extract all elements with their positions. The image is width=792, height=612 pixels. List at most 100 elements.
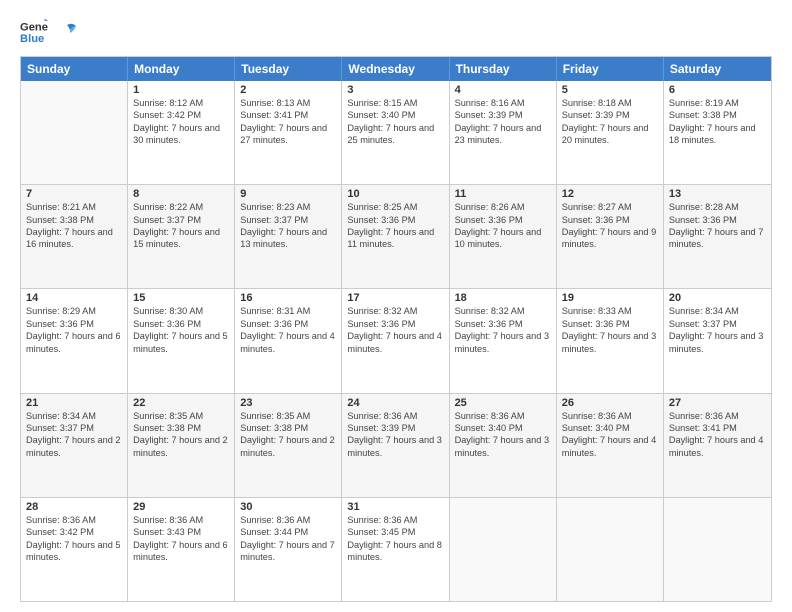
day-number: 27	[669, 397, 766, 409]
cell-info: Sunrise: 8:34 AMSunset: 3:37 PMDaylight:…	[26, 410, 122, 460]
cell-info: Sunrise: 8:35 AMSunset: 3:38 PMDaylight:…	[240, 410, 336, 460]
day-number: 9	[240, 188, 336, 200]
calendar-cell-13: 13Sunrise: 8:28 AMSunset: 3:36 PMDayligh…	[664, 185, 771, 288]
logo: General Blue	[20, 18, 78, 46]
cell-info: Sunrise: 8:32 AMSunset: 3:36 PMDaylight:…	[455, 305, 551, 355]
calendar-cell-14: 14Sunrise: 8:29 AMSunset: 3:36 PMDayligh…	[21, 289, 128, 392]
day-number: 13	[669, 188, 766, 200]
cell-info: Sunrise: 8:31 AMSunset: 3:36 PMDaylight:…	[240, 305, 336, 355]
day-number: 16	[240, 292, 336, 304]
cell-info: Sunrise: 8:35 AMSunset: 3:38 PMDaylight:…	[133, 410, 229, 460]
calendar-header: SundayMondayTuesdayWednesdayThursdayFrid…	[21, 57, 771, 81]
cell-info: Sunrise: 8:29 AMSunset: 3:36 PMDaylight:…	[26, 305, 122, 355]
calendar-cell-11: 11Sunrise: 8:26 AMSunset: 3:36 PMDayligh…	[450, 185, 557, 288]
cell-info: Sunrise: 8:36 AMSunset: 3:40 PMDaylight:…	[562, 410, 658, 460]
day-number: 11	[455, 188, 551, 200]
header: General Blue	[20, 18, 772, 46]
calendar-cell-20: 20Sunrise: 8:34 AMSunset: 3:37 PMDayligh…	[664, 289, 771, 392]
calendar-cell-19: 19Sunrise: 8:33 AMSunset: 3:36 PMDayligh…	[557, 289, 664, 392]
day-number: 19	[562, 292, 658, 304]
calendar-cell-21: 21Sunrise: 8:34 AMSunset: 3:37 PMDayligh…	[21, 394, 128, 497]
header-day-thursday: Thursday	[450, 57, 557, 81]
calendar-cell-6: 6Sunrise: 8:19 AMSunset: 3:38 PMDaylight…	[664, 81, 771, 184]
calendar-body: 1Sunrise: 8:12 AMSunset: 3:42 PMDaylight…	[21, 81, 771, 601]
calendar-week-4: 21Sunrise: 8:34 AMSunset: 3:37 PMDayligh…	[21, 393, 771, 497]
calendar-cell-28: 28Sunrise: 8:36 AMSunset: 3:42 PMDayligh…	[21, 498, 128, 601]
day-number: 6	[669, 84, 766, 96]
calendar-cell-empty	[21, 81, 128, 184]
cell-info: Sunrise: 8:21 AMSunset: 3:38 PMDaylight:…	[26, 201, 122, 251]
cell-info: Sunrise: 8:34 AMSunset: 3:37 PMDaylight:…	[669, 305, 766, 355]
calendar-cell-31: 31Sunrise: 8:36 AMSunset: 3:45 PMDayligh…	[342, 498, 449, 601]
logo-icon: General Blue	[20, 18, 48, 46]
day-number: 4	[455, 84, 551, 96]
cell-info: Sunrise: 8:12 AMSunset: 3:42 PMDaylight:…	[133, 97, 229, 147]
day-number: 3	[347, 84, 443, 96]
calendar-cell-empty	[557, 498, 664, 601]
header-day-tuesday: Tuesday	[235, 57, 342, 81]
page: General Blue SundayMondayTuesdayWednesda…	[0, 0, 792, 612]
cell-info: Sunrise: 8:36 AMSunset: 3:43 PMDaylight:…	[133, 514, 229, 564]
calendar-cell-9: 9Sunrise: 8:23 AMSunset: 3:37 PMDaylight…	[235, 185, 342, 288]
header-day-sunday: Sunday	[21, 57, 128, 81]
cell-info: Sunrise: 8:27 AMSunset: 3:36 PMDaylight:…	[562, 201, 658, 251]
day-number: 24	[347, 397, 443, 409]
header-day-wednesday: Wednesday	[342, 57, 449, 81]
calendar-cell-17: 17Sunrise: 8:32 AMSunset: 3:36 PMDayligh…	[342, 289, 449, 392]
logo-bird-icon	[56, 21, 78, 43]
header-day-friday: Friday	[557, 57, 664, 81]
day-number: 22	[133, 397, 229, 409]
cell-info: Sunrise: 8:22 AMSunset: 3:37 PMDaylight:…	[133, 201, 229, 251]
day-number: 1	[133, 84, 229, 96]
cell-info: Sunrise: 8:30 AMSunset: 3:36 PMDaylight:…	[133, 305, 229, 355]
cell-info: Sunrise: 8:26 AMSunset: 3:36 PMDaylight:…	[455, 201, 551, 251]
calendar-cell-16: 16Sunrise: 8:31 AMSunset: 3:36 PMDayligh…	[235, 289, 342, 392]
header-day-monday: Monday	[128, 57, 235, 81]
day-number: 20	[669, 292, 766, 304]
calendar-cell-26: 26Sunrise: 8:36 AMSunset: 3:40 PMDayligh…	[557, 394, 664, 497]
day-number: 15	[133, 292, 229, 304]
cell-info: Sunrise: 8:36 AMSunset: 3:40 PMDaylight:…	[455, 410, 551, 460]
cell-info: Sunrise: 8:19 AMSunset: 3:38 PMDaylight:…	[669, 97, 766, 147]
day-number: 18	[455, 292, 551, 304]
calendar-week-1: 1Sunrise: 8:12 AMSunset: 3:42 PMDaylight…	[21, 81, 771, 184]
calendar-week-3: 14Sunrise: 8:29 AMSunset: 3:36 PMDayligh…	[21, 288, 771, 392]
cell-info: Sunrise: 8:32 AMSunset: 3:36 PMDaylight:…	[347, 305, 443, 355]
day-number: 8	[133, 188, 229, 200]
calendar-cell-23: 23Sunrise: 8:35 AMSunset: 3:38 PMDayligh…	[235, 394, 342, 497]
header-day-saturday: Saturday	[664, 57, 771, 81]
calendar-cell-8: 8Sunrise: 8:22 AMSunset: 3:37 PMDaylight…	[128, 185, 235, 288]
day-number: 17	[347, 292, 443, 304]
calendar-cell-22: 22Sunrise: 8:35 AMSunset: 3:38 PMDayligh…	[128, 394, 235, 497]
calendar-week-5: 28Sunrise: 8:36 AMSunset: 3:42 PMDayligh…	[21, 497, 771, 601]
calendar: SundayMondayTuesdayWednesdayThursdayFrid…	[20, 56, 772, 602]
calendar-cell-18: 18Sunrise: 8:32 AMSunset: 3:36 PMDayligh…	[450, 289, 557, 392]
calendar-cell-12: 12Sunrise: 8:27 AMSunset: 3:36 PMDayligh…	[557, 185, 664, 288]
cell-info: Sunrise: 8:36 AMSunset: 3:44 PMDaylight:…	[240, 514, 336, 564]
day-number: 7	[26, 188, 122, 200]
calendar-cell-29: 29Sunrise: 8:36 AMSunset: 3:43 PMDayligh…	[128, 498, 235, 601]
cell-info: Sunrise: 8:15 AMSunset: 3:40 PMDaylight:…	[347, 97, 443, 147]
cell-info: Sunrise: 8:36 AMSunset: 3:41 PMDaylight:…	[669, 410, 766, 460]
day-number: 23	[240, 397, 336, 409]
cell-info: Sunrise: 8:36 AMSunset: 3:42 PMDaylight:…	[26, 514, 122, 564]
cell-info: Sunrise: 8:16 AMSunset: 3:39 PMDaylight:…	[455, 97, 551, 147]
cell-info: Sunrise: 8:28 AMSunset: 3:36 PMDaylight:…	[669, 201, 766, 251]
calendar-cell-empty	[450, 498, 557, 601]
day-number: 21	[26, 397, 122, 409]
day-number: 12	[562, 188, 658, 200]
day-number: 26	[562, 397, 658, 409]
day-number: 29	[133, 501, 229, 513]
calendar-cell-empty	[664, 498, 771, 601]
calendar-cell-2: 2Sunrise: 8:13 AMSunset: 3:41 PMDaylight…	[235, 81, 342, 184]
cell-info: Sunrise: 8:18 AMSunset: 3:39 PMDaylight:…	[562, 97, 658, 147]
calendar-cell-30: 30Sunrise: 8:36 AMSunset: 3:44 PMDayligh…	[235, 498, 342, 601]
calendar-cell-7: 7Sunrise: 8:21 AMSunset: 3:38 PMDaylight…	[21, 185, 128, 288]
calendar-cell-15: 15Sunrise: 8:30 AMSunset: 3:36 PMDayligh…	[128, 289, 235, 392]
svg-text:General: General	[20, 22, 48, 34]
cell-info: Sunrise: 8:25 AMSunset: 3:36 PMDaylight:…	[347, 201, 443, 251]
day-number: 10	[347, 188, 443, 200]
calendar-cell-1: 1Sunrise: 8:12 AMSunset: 3:42 PMDaylight…	[128, 81, 235, 184]
day-number: 2	[240, 84, 336, 96]
calendar-cell-3: 3Sunrise: 8:15 AMSunset: 3:40 PMDaylight…	[342, 81, 449, 184]
